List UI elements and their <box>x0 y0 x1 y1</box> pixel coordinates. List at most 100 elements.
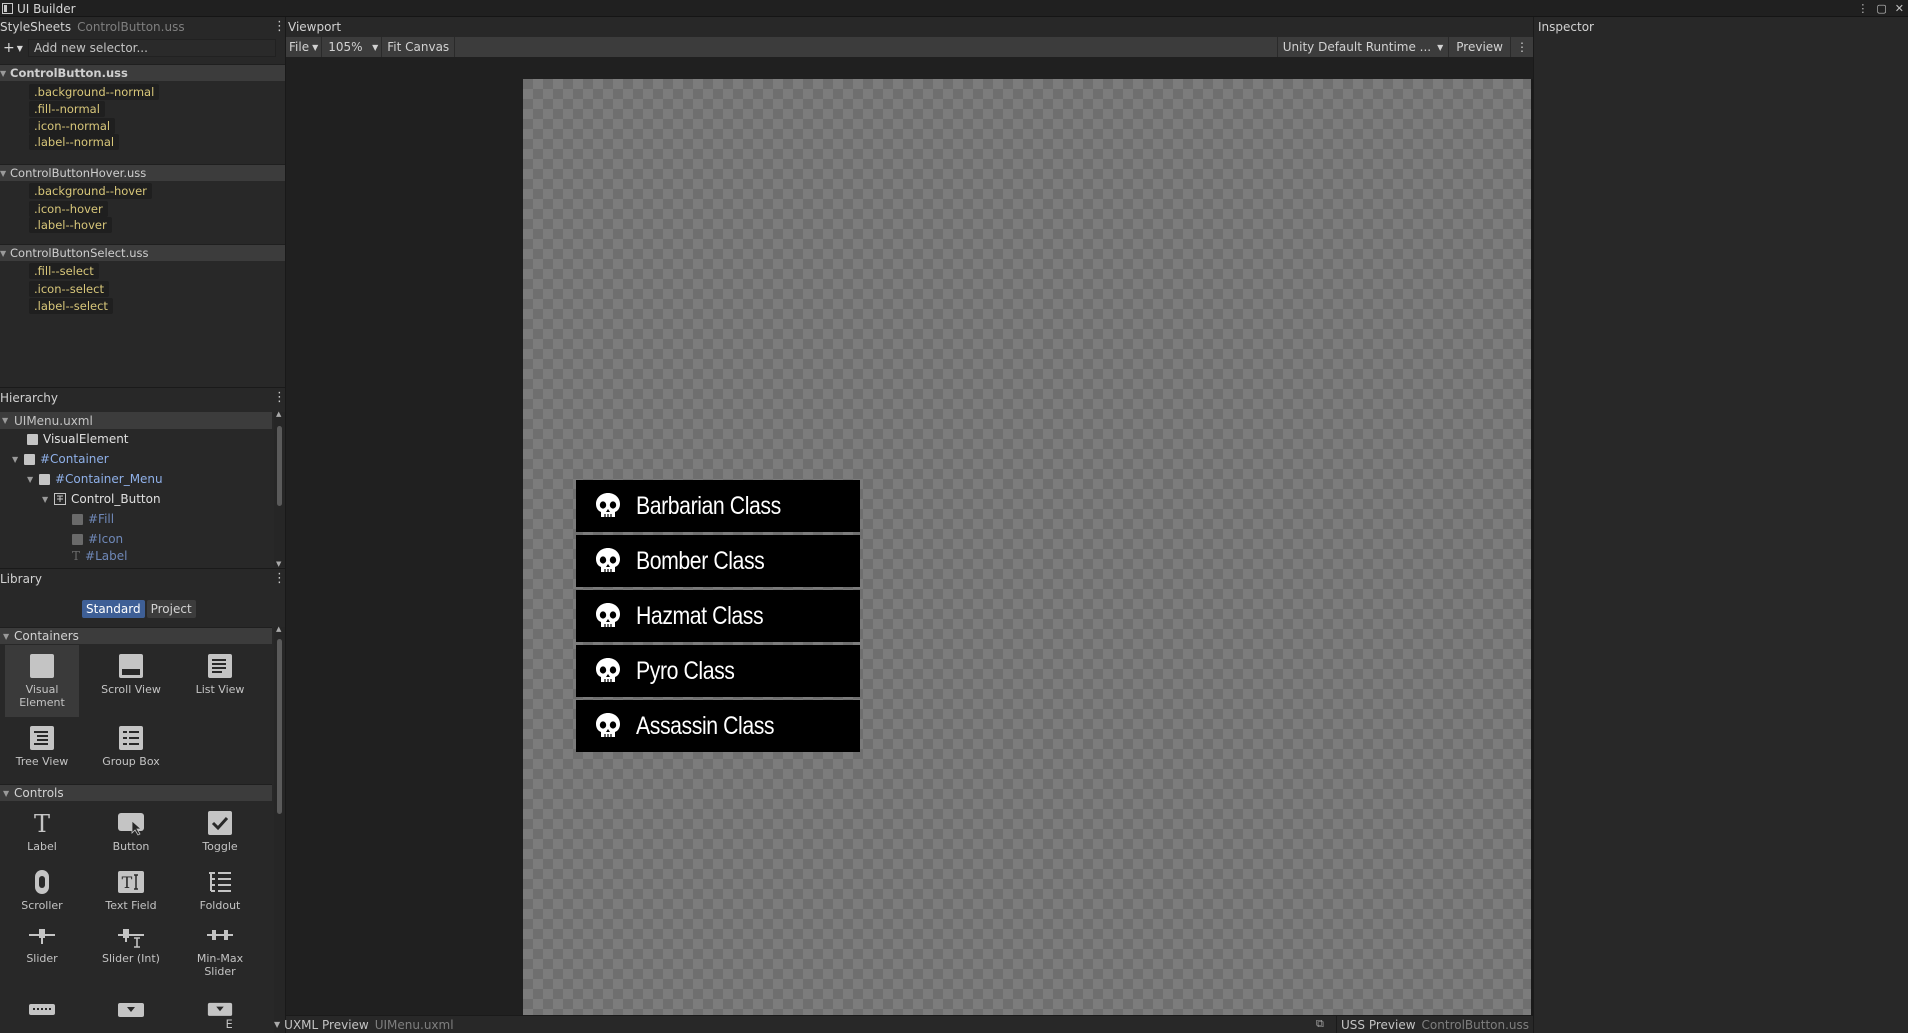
foldout-icon <box>209 872 231 892</box>
library-item-group-box[interactable]: Group Box <box>94 717 168 789</box>
hierarchy-root[interactable]: ▼ UIMenu.uxml <box>0 412 272 429</box>
hierarchy-item[interactable]: #Fill <box>0 509 272 529</box>
stylesheet-controlbutton[interactable]: ▼ ControlButton.uss <box>0 64 285 81</box>
hierarchy-title: Hierarchy <box>0 391 59 405</box>
menu-button-assassin[interactable]: Assassin Class <box>576 700 860 752</box>
selector-pill[interactable]: .fill--select <box>29 263 99 279</box>
uss-preview-title[interactable]: USS Preview <box>1341 1018 1416 1032</box>
library-menu-icon[interactable]: ⋮ <box>273 572 286 585</box>
scroll-up-icon[interactable]: ▲ <box>276 625 281 633</box>
category-containers[interactable]: ▼ Containers <box>0 627 272 644</box>
collapse-arrow-icon[interactable]: ▼ <box>12 455 24 464</box>
category-controls[interactable]: ▼ Controls <box>0 784 272 801</box>
menu-button-hazmat[interactable]: Hazmat Class <box>576 590 860 642</box>
library-item-slider-int[interactable]: Slider (Int) <box>94 920 168 992</box>
hierarchy-scrollbar[interactable]: ▲ ▼ <box>274 410 285 568</box>
hierarchy-item[interactable]: ▼ Control_Button <box>0 489 272 509</box>
library-item-tree-view[interactable]: Tree View <box>5 717 79 789</box>
collapse-arrow-icon[interactable]: ▼ <box>0 69 10 78</box>
collapse-arrow-icon[interactable]: ▼ <box>0 632 14 641</box>
library-item-min-max-slider[interactable]: Min-Max Slider <box>183 920 257 992</box>
skull-icon <box>596 493 620 517</box>
library-item-scroll-view[interactable]: Scroll View <box>94 645 168 717</box>
theme-dropdown[interactable]: Unity Default Runtime ... ▼ <box>1276 37 1450 57</box>
collapse-arrow-icon[interactable]: ▼ <box>0 169 10 178</box>
selector-pill[interactable]: .icon--select <box>29 281 109 297</box>
add-stylesheet-button[interactable]: + ▼ <box>0 39 26 57</box>
viewport-title: Viewport <box>288 20 342 34</box>
library-title: Library <box>0 572 42 586</box>
selector-pill[interactable]: .label--normal <box>29 134 120 150</box>
integer-field-icon <box>29 1004 55 1015</box>
scroll-up-icon[interactable]: ▲ <box>276 410 281 418</box>
library-item-enum-field[interactable]: E <box>183 993 257 1033</box>
library-scrollbar[interactable]: ▲ <box>274 625 285 1033</box>
menu-button-pyro[interactable]: Pyro Class <box>576 645 860 697</box>
chevron-down-icon: ▼ <box>372 42 379 52</box>
fit-canvas-button[interactable]: Fit Canvas <box>382 37 456 57</box>
tab-project[interactable]: Project <box>146 600 196 618</box>
list-view-icon <box>208 654 232 678</box>
maximize-icon[interactable]: ▢ <box>1876 2 1886 15</box>
collapse-arrow-icon[interactable]: ▼ <box>42 495 54 504</box>
hierarchy-item[interactable]: #Icon <box>0 529 272 549</box>
viewport-menu-icon[interactable]: ⋮ <box>1511 37 1533 57</box>
library-item-integer-field[interactable] <box>5 993 79 1033</box>
label-icon: T <box>34 810 50 836</box>
window-menu-icon[interactable]: ⋮ <box>1857 2 1868 15</box>
hierarchy-item[interactable]: ▼ #Container_Menu <box>0 469 272 489</box>
library-item-list-view[interactable]: List View <box>183 645 257 717</box>
uss-preview-file: ControlButton.uss <box>1421 1017 1530 1032</box>
scroll-view-icon <box>119 654 143 678</box>
zoom-dropdown[interactable]: 105% ▼ <box>322 37 383 57</box>
selector-pill[interactable]: .label--hover <box>29 217 112 233</box>
library-panel: Library ⋮ Standard Project ▼ Containers … <box>0 568 286 1033</box>
uxml-preview-title[interactable]: UXML Preview <box>284 1018 369 1032</box>
window-tab[interactable]: UI Builder <box>0 0 82 17</box>
hierarchy-header: Hierarchy ⋮ <box>0 388 286 408</box>
chevron-down-icon: ▼ <box>312 42 319 52</box>
add-selector-input[interactable] <box>28 39 276 57</box>
selector-pill[interactable]: .label--select <box>29 298 113 314</box>
open-external-icon[interactable]: ⧉ <box>1316 1017 1324 1031</box>
stylesheet-controlbuttonselect[interactable]: ▼ ControlButtonSelect.uss <box>0 244 285 261</box>
collapse-arrow-icon[interactable]: ▼ <box>2 416 14 425</box>
scroll-down-icon[interactable]: ▼ <box>276 560 281 568</box>
viewport-header: Viewport <box>286 17 1533 37</box>
stylesheets-menu-icon[interactable]: ⋮ <box>273 20 286 33</box>
selector-pill[interactable]: .fill--normal <box>29 101 105 117</box>
scrollbar-thumb[interactable] <box>277 639 282 814</box>
scrollbar-thumb[interactable] <box>277 426 282 506</box>
library-item-slider[interactable]: Slider <box>5 920 79 992</box>
menu-button-bomber[interactable]: Bomber Class <box>576 535 860 587</box>
canvas[interactable]: Barbarian Class Bomber Class Hazmat Clas… <box>523 79 1533 1029</box>
menu-button-label: Pyro Class <box>636 656 735 685</box>
scroller-icon <box>35 870 49 894</box>
hierarchy-item[interactable]: VisualElement <box>0 429 272 449</box>
library-item-visual-element[interactable]: Visual Element <box>5 645 79 717</box>
selector-pill[interactable]: .background--hover <box>29 183 152 199</box>
hierarchy-item[interactable]: ▼ #Container <box>0 449 272 469</box>
preview-button[interactable]: Preview <box>1449 37 1511 57</box>
viewport-toolbar: File ▼ 105% ▼ Fit Canvas Unity Default R… <box>286 37 1533 57</box>
visual-element-icon <box>24 453 35 465</box>
canvas-area: Barbarian Class Bomber Class Hazmat Clas… <box>286 57 1533 1029</box>
collapse-arrow-icon[interactable]: ▼ <box>0 249 10 258</box>
close-icon[interactable]: ✕ <box>1895 2 1904 15</box>
file-menu[interactable]: File ▼ <box>286 37 323 57</box>
menu-button-barbarian[interactable]: Barbarian Class <box>576 480 860 532</box>
selector-pill[interactable]: .icon--hover <box>29 201 108 217</box>
hierarchy-item[interactable]: T #Label <box>0 548 272 564</box>
hierarchy-menu-icon[interactable]: ⋮ <box>273 391 286 404</box>
stylesheet-controlbuttonhover[interactable]: ▼ ControlButtonHover.uss <box>0 164 285 181</box>
collapse-arrow-icon[interactable]: ▼ <box>0 789 14 798</box>
selector-pill[interactable]: .background--normal <box>29 84 160 100</box>
library-item-dropdown[interactable] <box>94 993 168 1033</box>
collapse-arrow-icon[interactable]: ▼ <box>27 475 39 484</box>
tab-standard[interactable]: Standard <box>82 600 145 618</box>
window-title: UI Builder <box>17 1 76 16</box>
visual-element-icon <box>27 433 38 445</box>
selector-pill[interactable]: .icon--normal <box>29 118 116 134</box>
inspector-title: Inspector <box>1538 20 1594 34</box>
collapse-arrow-icon[interactable]: ▼ <box>274 1020 280 1029</box>
